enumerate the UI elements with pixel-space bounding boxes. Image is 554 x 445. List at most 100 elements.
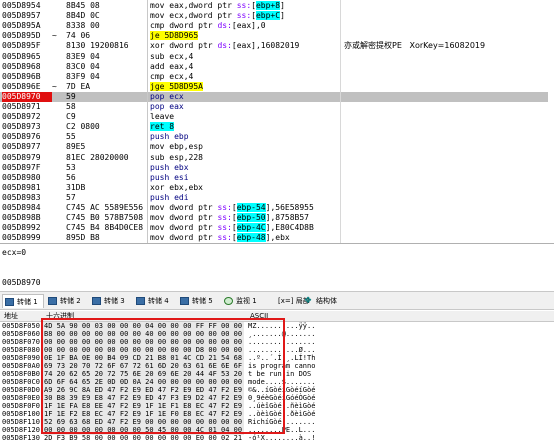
tab-6[interactable]: 监视 1 (222, 294, 262, 308)
disasm-comment (344, 233, 544, 243)
disasm-row[interactable]: 005D8983 57 push edi (0, 193, 548, 204)
disasm-row[interactable]: 005D8992 C745 B4 8B4D0CE8 mov dword ptr ss… (0, 223, 548, 234)
disasm-comment (344, 21, 544, 32)
disasm-row[interactable]: 005D896B 83F9 04 cmp ecx,4 (0, 72, 548, 83)
disasm-row[interactable]: 005D897F 53 push ebx (0, 163, 548, 174)
disasm-row[interactable]: 005D8999 895D B8 mov dword ptr ss:[ebp-48]… (0, 233, 548, 243)
disasm-address: 005D8971 (2, 102, 41, 111)
disasm-address: 005D8970 (2, 91, 52, 103)
dump-pane[interactable]: 005D8F050 4D 5A 90 00 03 00 00 00 04 00 0… (0, 322, 554, 445)
disasm-comment: 亦或解密提权PE XorKey=16082019 (344, 41, 486, 51)
disasm-bytes: 89E5 (66, 142, 86, 152)
disasm-instruction: leave (150, 112, 175, 122)
disasm-row[interactable]: 005D8976 55 push ebp (0, 132, 548, 143)
disassembly-pane[interactable]: 005D8954 8B45 08 mov eax,dword ptr ss:[ebp… (0, 0, 548, 243)
disasm-bytes: C745 B0 578B7508 (66, 213, 144, 223)
disasm-instruction: pop eax (150, 102, 184, 111)
tab-1[interactable]: 转储 1 (2, 294, 44, 308)
disasm-address: 005D8980 (2, 172, 41, 182)
disasm-bytes: 8B4D 0C (66, 11, 100, 21)
disasm-address: 005D8979 (2, 152, 41, 162)
jump-arrow-icon (52, 41, 64, 52)
disasm-instruction: je 5D8D965 (150, 31, 199, 41)
disasm-bytes: 56 (66, 172, 76, 182)
jump-arrow-icon: ~ (52, 81, 57, 91)
disasm-address: 005D895D (2, 31, 41, 41)
disasm-instruction: push edi (150, 192, 189, 202)
tab-3[interactable]: 转储 3 (90, 294, 132, 308)
disasm-row[interactable]: 005D895F 8130 19200816 xor dword ptr ds:[e… (0, 41, 548, 52)
disasm-row[interactable]: 005D8984 C745 AC 5589E556 mov dword ptr ss… (0, 203, 548, 214)
jump-arrow-icon: ~ (52, 31, 57, 41)
disasm-instruction: push esi (150, 172, 189, 182)
disasm-row[interactable]: 005D8979 81EC 28020000 sub esp,228 (0, 153, 548, 164)
disasm-row[interactable]: 005D896E ~7D EA jge 5D8D95A (0, 81, 548, 93)
disasm-row[interactable]: 005D8954 8B45 08 mov eax,dword ptr ss:[ebp… (0, 1, 548, 12)
disasm-address: 005D8973 (2, 122, 41, 132)
disasm-instruction: push ebp (150, 132, 189, 142)
tab-label: 转储 1 (17, 298, 38, 306)
disasm-row[interactable]: 005D895A 8338 00 cmp dword ptr ds:[eax],0 (0, 21, 548, 32)
tab-5[interactable]: 转储 5 (178, 294, 220, 308)
tab-label: 转储 2 (60, 297, 81, 305)
disasm-row[interactable]: 005D8968 83C0 04 add eax,4 (0, 62, 548, 73)
memory-icon (48, 297, 57, 305)
column-divider (340, 0, 341, 243)
disasm-comment (344, 92, 544, 103)
disasm-comment (344, 223, 544, 234)
disasm-bytes: 81EC 28020000 (66, 152, 129, 162)
jump-arrow-icon (52, 163, 64, 174)
tab-2[interactable]: 转储 2 (46, 294, 88, 308)
disasm-row[interactable]: 005D8965 83E9 04 sub ecx,4 (0, 52, 548, 63)
disasm-address: 005D896B (2, 71, 41, 81)
disasm-comment (344, 52, 544, 63)
disasm-row[interactable]: 005D8977 89E5 mov ebp,esp (0, 142, 548, 153)
disasm-bytes: 74 06 (66, 31, 91, 41)
disasm-address: 005D895F (2, 41, 41, 51)
disasm-comment (344, 62, 544, 73)
disasm-bytes: 53 (66, 162, 76, 172)
disasm-row[interactable]: 005D8973 C2 0800 ret 8 (0, 122, 548, 133)
memory-icon (92, 297, 101, 305)
jump-arrow-icon (52, 112, 64, 123)
disasm-comment (344, 82, 544, 93)
disasm-row[interactable]: 005D8972 C9 leave (0, 112, 548, 123)
dump-col-ascii[interactable]: ASCII (250, 311, 268, 322)
dump-col-address[interactable]: 地址 (4, 311, 18, 322)
disasm-bytes: C2 0800 (66, 122, 100, 132)
disasm-row[interactable]: 005D8970 59 pop ecx (0, 91, 548, 103)
dump-row[interactable]: 005D8F130 2D F3 B9 58 00 00 00 00 00 00 0… (0, 434, 554, 443)
dump-hex: 2D F3 B9 58 00 00 00 00 00 00 00 00 E0 0… (44, 434, 243, 442)
disasm-instruction: mov dword ptr ss:[ebp-50],8758B57 (150, 213, 309, 223)
disasm-comment (344, 142, 544, 153)
disasm-row[interactable]: 005D8981 31DB xor ebx,ebx (0, 183, 548, 194)
jump-arrow-icon (52, 21, 64, 32)
jump-arrow-icon (52, 11, 64, 22)
tab-8[interactable]: ❖ 结构体 (302, 294, 348, 308)
disasm-address: 005D8992 (2, 223, 41, 233)
jump-arrow-icon (52, 142, 64, 153)
disasm-instruction: mov dword ptr ss:[ebp-48],ebx (150, 233, 290, 243)
tab-7[interactable]: [x=] 局部 (264, 294, 310, 308)
disasm-row[interactable]: 005D8980 56 push esi (0, 173, 548, 184)
tab-label: 转储 3 (104, 297, 125, 305)
jump-arrow-icon (52, 233, 64, 243)
disasm-comment (344, 122, 544, 133)
disasm-row[interactable]: 005D8971 58 pop eax (0, 102, 548, 113)
disasm-comment (344, 183, 544, 194)
info-register-line: ecx=0 (2, 248, 27, 257)
disasm-address: 005D8954 (2, 1, 41, 10)
dump-col-hex[interactable]: 十六进制 (46, 311, 74, 322)
tab-4[interactable]: 转储 4 (134, 294, 176, 308)
disasm-comment (344, 112, 544, 123)
disasm-instruction: mov ebp,esp (150, 142, 203, 152)
tab-label: 转储 4 (148, 297, 169, 305)
disasm-row[interactable]: 005D898B C745 B0 578B7508 mov dword ptr ss… (0, 213, 548, 224)
disasm-row[interactable]: 005D8957 8B4D 0C mov ecx,dword ptr ss:[ebp… (0, 11, 548, 22)
disasm-address: 005D8981 (2, 182, 41, 192)
disasm-instruction: cmp dword ptr ds:[eax],0 (150, 21, 266, 31)
disasm-bytes: 8B45 08 (66, 1, 100, 10)
disasm-instruction: pop ecx (150, 91, 184, 101)
disasm-address: 005D898B (2, 213, 41, 223)
jump-arrow-icon (52, 72, 64, 83)
